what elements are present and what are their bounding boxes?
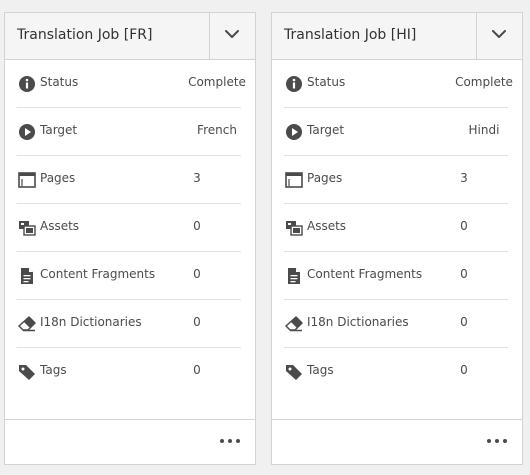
dot-icon	[236, 439, 240, 443]
chevron-down-icon	[492, 30, 506, 38]
detail-value: 0	[460, 219, 468, 233]
dot-icon	[220, 439, 224, 443]
detail-label: Status	[40, 75, 79, 89]
detail-row-pages: Pages 3	[17, 156, 241, 204]
detail-label: Content Fragments	[307, 267, 423, 281]
detail-value: Complete	[188, 75, 246, 89]
translation-job-card: Translation Job [HI] Status Complete Targe…	[271, 12, 523, 465]
detail-value: 0	[460, 267, 468, 281]
detail-label: Assets	[40, 219, 80, 233]
detail-row-assets: Assets 0	[17, 204, 241, 252]
detail-row-status: Status Complete	[284, 60, 513, 108]
card-header: Translation Job [HI]	[272, 13, 522, 60]
assets-icon	[19, 221, 36, 236]
detail-label: Target	[40, 123, 78, 137]
detail-row-tags: Tags 0	[284, 348, 508, 396]
document-icon	[21, 268, 33, 284]
detail-value: 0	[193, 267, 201, 281]
detail-label: I18n Dictionaries	[40, 315, 142, 329]
detail-row-status: Status Complete	[17, 60, 246, 108]
detail-value: Complete	[455, 75, 513, 89]
detail-label: Pages	[307, 171, 343, 185]
tag-icon	[286, 365, 302, 380]
card-title: Translation Job [HI]	[284, 27, 417, 43]
play-circle-icon	[19, 124, 35, 140]
detail-value: 0	[460, 315, 468, 329]
detail-row-pages: Pages 3	[284, 156, 508, 204]
eraser-icon	[18, 316, 36, 332]
eraser-icon	[285, 316, 303, 332]
pages-icon	[18, 172, 36, 188]
detail-value: 0	[193, 219, 201, 233]
dot-icon	[228, 439, 232, 443]
detail-row-content-fragments: Content Fragments 0	[17, 252, 241, 300]
translation-job-card: Translation Job [FR] Status Complete Targe…	[4, 12, 256, 465]
more-options-button[interactable]	[219, 432, 241, 448]
detail-value: French	[197, 123, 237, 137]
more-options-button[interactable]	[486, 432, 508, 448]
job-details-list: Status Complete Target French Pages 3 Assets 0 C…	[5, 60, 255, 396]
detail-value: 0	[460, 363, 468, 377]
detail-value: 0	[193, 363, 201, 377]
detail-label: Content Fragments	[40, 267, 156, 281]
card-actions-toggle[interactable]	[209, 13, 255, 60]
play-circle-icon	[286, 124, 302, 140]
detail-value: Hindi	[468, 123, 500, 137]
detail-row-target: Target French	[17, 108, 241, 156]
detail-value: 0	[193, 315, 201, 329]
card-title: Translation Job [FR]	[17, 27, 153, 43]
job-details-list: Status Complete Target Hindi Pages 3 Assets 0 Co…	[272, 60, 522, 396]
info-icon	[19, 76, 35, 92]
card-header: Translation Job [FR]	[5, 13, 255, 60]
detail-row-tags: Tags 0	[17, 348, 241, 396]
info-icon	[286, 76, 302, 92]
detail-label: Tags	[307, 363, 334, 377]
detail-label: Pages	[40, 171, 76, 185]
card-actions-toggle[interactable]	[476, 13, 522, 60]
detail-label: Status	[307, 75, 346, 89]
dot-icon	[503, 439, 507, 443]
dot-icon	[487, 439, 491, 443]
tag-icon	[19, 365, 35, 380]
assets-icon	[286, 221, 303, 236]
detail-row-assets: Assets 0	[284, 204, 508, 252]
detail-label: I18n Dictionaries	[307, 315, 409, 329]
detail-row-i18n-dictionaries: I18n Dictionaries 0	[17, 300, 241, 348]
detail-row-i18n-dictionaries: I18n Dictionaries 0	[284, 300, 508, 348]
document-icon	[288, 268, 300, 284]
detail-label: Target	[307, 123, 345, 137]
detail-value: 3	[193, 171, 201, 185]
detail-label: Assets	[307, 219, 347, 233]
detail-row-target: Target Hindi	[284, 108, 508, 156]
chevron-down-icon	[225, 30, 239, 38]
card-footer	[272, 419, 522, 464]
pages-icon	[285, 172, 303, 188]
detail-row-content-fragments: Content Fragments 0	[284, 252, 508, 300]
detail-value: 3	[460, 171, 468, 185]
dot-icon	[495, 439, 499, 443]
card-footer	[5, 419, 255, 464]
detail-label: Tags	[40, 363, 67, 377]
